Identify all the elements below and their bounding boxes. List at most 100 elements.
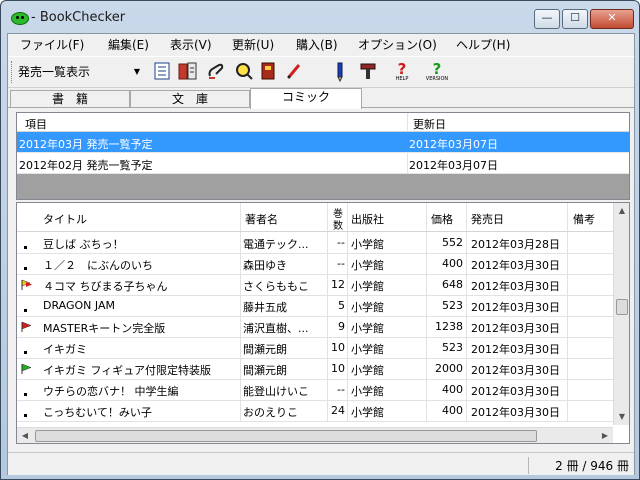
book-price: 400: [442, 257, 463, 270]
table-row[interactable]: 豆しば ぶちっ！ 電通テック... -- 小学館 552 2012年03月28日: [17, 232, 613, 254]
column-separator: [347, 358, 348, 379]
column-separator: [347, 400, 348, 421]
release-item: 2012年02月 発売一覧予定: [19, 159, 153, 172]
header-separator[interactable]: [327, 203, 328, 231]
menu-purchase[interactable]: 購入(B): [296, 36, 338, 53]
category-tabs: 書 籍 文 庫 コミック: [8, 88, 634, 109]
menu-update[interactable]: 更新(U): [232, 36, 274, 53]
book-publisher: 小学館: [351, 280, 384, 293]
hammer-icon[interactable]: [358, 62, 378, 82]
close-button[interactable]: ✕: [590, 9, 634, 29]
book-price: 1238: [435, 320, 463, 333]
toolbar-grip[interactable]: [11, 61, 15, 83]
pencil-blue-icon[interactable]: [330, 62, 350, 83]
header-separator[interactable]: [466, 203, 467, 231]
horizontal-scrollbar[interactable]: ◀ ▶: [17, 427, 613, 443]
book-price: 2000: [435, 362, 463, 375]
release-list-row[interactable]: 2012年02月 発売一覧予定 2012年03月07日: [17, 153, 629, 174]
book-title: 豆しば ぶちっ！: [43, 238, 124, 251]
book-volume: 5: [338, 299, 345, 312]
column-separator: [327, 379, 328, 400]
scroll-right-icon[interactable]: ▶: [597, 428, 613, 443]
scroll-left-icon[interactable]: ◀: [17, 428, 33, 443]
book-price: 523: [442, 299, 463, 312]
book-title: MASTERキートン完全版: [43, 322, 166, 335]
maximize-button[interactable]: ☐: [562, 9, 588, 29]
status-dot: [24, 393, 27, 396]
pencil-red-icon[interactable]: [284, 62, 304, 82]
column-separator: [466, 295, 467, 316]
title-bar[interactable]: - BookChecker — ☐ ✕: [1, 1, 639, 33]
column-separator: [567, 337, 568, 358]
header-publisher[interactable]: 出版社: [351, 211, 384, 227]
header-volumes-bottom[interactable]: 数: [333, 217, 343, 232]
table-row[interactable]: イキガミ 間瀬元朗 10 小学館 523 2012年03月30日: [17, 337, 613, 359]
book-author: 能登山けいこ: [243, 385, 309, 398]
column-separator: [567, 316, 568, 337]
header-item[interactable]: 項目: [25, 116, 47, 132]
column-separator: [240, 358, 241, 379]
app-window: - BookChecker — ☐ ✕ ファイル(F) 編集(E) 表示(V) …: [0, 0, 640, 480]
client-area: ファイル(F) 編集(E) 表示(V) 更新(U) 購入(B) オプション(O)…: [7, 33, 635, 475]
app-icon[interactable]: [11, 12, 29, 25]
header-date[interactable]: 発売日: [471, 211, 504, 227]
header-note[interactable]: 備考: [573, 211, 595, 227]
book-volume: 10: [331, 341, 345, 354]
header-updated[interactable]: 更新日: [413, 116, 446, 132]
release-list-row[interactable]: 2012年03月 発売一覧予定 2012年03月07日: [17, 132, 629, 153]
column-separator: [567, 253, 568, 274]
link-icon[interactable]: [206, 62, 226, 82]
header-separator[interactable]: [567, 203, 568, 231]
header-separator[interactable]: [240, 203, 241, 231]
tab-books[interactable]: 書 籍: [10, 90, 130, 107]
table-row[interactable]: DRAGON JAM 藤井五成 5 小学館 523 2012年03月30日: [17, 295, 613, 317]
vertical-scrollbar[interactable]: ▲ ▼: [613, 203, 629, 425]
minimize-button[interactable]: —: [534, 9, 560, 29]
scroll-down-icon[interactable]: ▼: [614, 409, 629, 425]
table-row[interactable]: ウチらの恋バナ！ 中学生編 能登山けいこ -- 小学館 400 2012年03月30日: [17, 379, 613, 401]
column-separator: [327, 274, 328, 295]
release-updated: 2012年03月07日: [409, 159, 498, 172]
menu-help[interactable]: ヘルプ(H): [456, 36, 510, 53]
version-icon[interactable]: ? VERSION: [422, 62, 452, 83]
magnifier-icon[interactable]: [234, 62, 254, 82]
vertical-scroll-thumb[interactable]: [616, 299, 628, 315]
view-mode-select[interactable]: 発売一覧表示 ▼: [18, 62, 142, 82]
table-row[interactable]: ４コマ ちびまる子ちゃん さくらももこ 12 小学館 648 2012年03月30日: [17, 274, 613, 296]
book-red-icon[interactable]: [258, 62, 278, 82]
book-title: DRAGON JAM: [43, 299, 115, 312]
list-icon[interactable]: [152, 62, 172, 82]
column-separator: [466, 232, 467, 253]
table-row[interactable]: こっちむいて！みい子 おのえりこ 24 小学館 400 2012年03月30日: [17, 400, 613, 422]
menu-file[interactable]: ファイル(F): [20, 36, 84, 53]
book-price: 648: [442, 278, 463, 291]
horizontal-scroll-thumb[interactable]: [35, 430, 537, 442]
table-row[interactable]: １／２ にぶんのいち 森田ゆき -- 小学館 400 2012年03月30日: [17, 253, 613, 275]
menu-view[interactable]: 表示(V): [170, 36, 212, 53]
book-release-date: 2012年03月30日: [471, 406, 560, 419]
header-separator[interactable]: [407, 113, 408, 131]
scroll-up-icon[interactable]: ▲: [614, 203, 629, 219]
tab-bunko[interactable]: 文 庫: [130, 90, 250, 107]
help-icon[interactable]: ? HELP: [392, 62, 412, 83]
menu-edit[interactable]: 編集(E): [108, 36, 149, 53]
column-separator: [567, 295, 568, 316]
column-separator: [327, 337, 328, 358]
version-label: VERSION: [425, 76, 449, 82]
menu-options[interactable]: オプション(O): [358, 36, 437, 53]
column-separator: [347, 379, 348, 400]
header-separator[interactable]: [347, 203, 348, 231]
table-row[interactable]: MASTERキートン完全版 浦沢直樹、... 9 小学館 1238 2012年03月30日: [17, 316, 613, 338]
window-title: - BookChecker: [31, 10, 126, 25]
header-price[interactable]: 価格: [431, 211, 453, 227]
book-volume: --: [337, 236, 345, 249]
column-separator: [347, 295, 348, 316]
book-title: イキガミ フィギュア付限定特装版: [43, 364, 212, 377]
tab-comics[interactable]: コミック: [250, 88, 362, 109]
books-icon[interactable]: [178, 62, 198, 82]
book-publisher: 小学館: [351, 322, 384, 335]
header-title[interactable]: タイトル: [43, 211, 87, 227]
header-separator[interactable]: [426, 203, 427, 231]
header-author[interactable]: 著者名: [245, 211, 278, 227]
table-row[interactable]: イキガミ フィギュア付限定特装版 間瀬元朗 10 小学館 2000 2012年03月30日: [17, 358, 613, 380]
